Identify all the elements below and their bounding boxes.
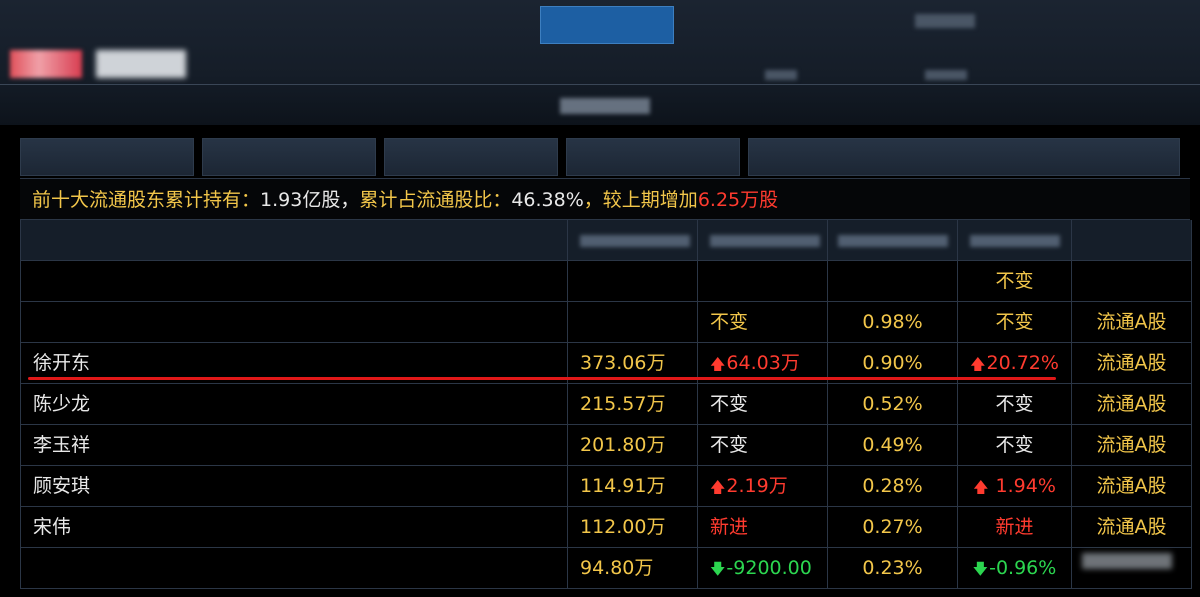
holding-change: 新进 [698, 507, 828, 547]
summary-label-ratio: 累计占流通股比： [359, 189, 512, 211]
watermark [1082, 553, 1172, 569]
share-type: 流通A股 [1072, 425, 1192, 465]
ratio-change-cell: 🡅 1.94% [958, 466, 1072, 506]
ratio-change: 不变 [958, 384, 1072, 424]
table-row[interactable]: 不变 0.98% 不变 流通A股 [20, 302, 1192, 343]
holding-ratio: 0.27% [828, 507, 958, 547]
arrow-up-icon: 🡅 [710, 355, 726, 373]
sub-tab[interactable] [384, 138, 558, 176]
header-cell-ratio[interactable] [828, 220, 958, 260]
holding-amount: 94.80万 [568, 548, 698, 588]
header-divider [0, 84, 1200, 85]
ratio-change: 不变 [958, 302, 1072, 342]
sub-tab[interactable] [202, 138, 376, 176]
ratio-change: 不变 [958, 425, 1072, 465]
arrow-down-icon: 🡇 [710, 560, 726, 578]
holding-change-cell: 🡇-9200.00 [698, 548, 828, 588]
header-cell-change[interactable] [698, 220, 828, 260]
shareholder-table: 不变 不变 0.98% 不变 流通A股 徐开东 373.06万 🡅64.03万 … [20, 220, 1192, 589]
holding-amount: 215.57万 [568, 384, 698, 424]
summary-label-change: ，较上期增加 [583, 189, 698, 211]
blurred-toolbar-item[interactable] [915, 14, 975, 28]
holding-change: 不变 [698, 302, 828, 342]
holding-amount: 201.80万 [568, 425, 698, 465]
highlight-underline [28, 377, 1056, 380]
share-type [1072, 261, 1192, 301]
holding-ratio: 0.49% [828, 425, 958, 465]
sub-tab[interactable] [566, 138, 740, 176]
holding-amount: 112.00万 [568, 507, 698, 547]
holding-ratio [828, 261, 958, 301]
holder-name [20, 548, 568, 588]
ratio-change: -0.96% [989, 557, 1057, 579]
share-type: 流通A股 [1072, 507, 1192, 547]
holder-name: 李玉祥 [20, 425, 568, 465]
holding-change: 不变 [698, 384, 828, 424]
sub-tab[interactable] [20, 138, 194, 176]
summary-ratio-value: 46.38% [511, 189, 584, 211]
holding-change: 2.19万 [726, 475, 788, 497]
table-row[interactable]: 不变 [20, 261, 1192, 302]
share-type: 流通A股 [1072, 302, 1192, 342]
table-row[interactable]: 94.80万 🡇-9200.00 0.23% 🡇-0.96% [20, 548, 1192, 589]
holder-name [20, 302, 568, 342]
holding-change [698, 261, 828, 301]
header-cell-amount[interactable] [568, 220, 698, 260]
summary-label-total: 前十大流通股东累计持有： [32, 189, 261, 211]
header-cell-type[interactable] [1072, 220, 1192, 260]
ratio-change: 20.72% [986, 352, 1059, 374]
header-cell-name[interactable] [20, 220, 568, 260]
share-type: 流通A股 [1072, 466, 1192, 506]
share-type: 流通A股 [1072, 384, 1192, 424]
table-row[interactable]: 宋伟 112.00万 新进 0.27% 新进 流通A股 [20, 507, 1192, 548]
holder-name: 陈少龙 [20, 384, 568, 424]
ratio-change-cell: 🡇-0.96% [958, 548, 1072, 588]
holders-summary: 前十大流通股东累计持有：1.93亿股，累计占流通股比：46.38%，较上期增加6… [20, 178, 1190, 220]
holding-ratio: 0.52% [828, 384, 958, 424]
holding-change-cell: 🡅2.19万 [698, 466, 828, 506]
header-cell-ratio-change[interactable] [958, 220, 1072, 260]
table-row[interactable]: 顾安琪 114.91万 🡅2.19万 0.28% 🡅 1.94% 流通A股 [20, 466, 1192, 507]
holder-name: 顾安琪 [20, 466, 568, 506]
ratio-change: 不变 [958, 261, 1072, 301]
summary-total-value: 1.93亿股， [260, 189, 360, 211]
arrow-up-icon: 🡅 [973, 478, 989, 496]
blurred-toolbar-item[interactable] [765, 70, 797, 80]
holder-name [20, 261, 568, 301]
holding-amount [568, 261, 698, 301]
holding-ratio: 0.28% [828, 466, 958, 506]
top-header [0, 0, 1200, 125]
holding-change: -9200.00 [726, 557, 812, 579]
holding-change: 不变 [698, 425, 828, 465]
table-header-row [20, 220, 1192, 261]
blurred-section-title [560, 98, 650, 114]
arrow-up-icon: 🡅 [970, 355, 986, 373]
holder-name: 宋伟 [20, 507, 568, 547]
share-type: 流通A股 [1072, 343, 1192, 383]
arrow-up-icon: 🡅 [710, 478, 726, 496]
table-row[interactable]: 李玉祥 201.80万 不变 0.49% 不变 流通A股 [20, 425, 1192, 466]
table-row[interactable]: 陈少龙 215.57万 不变 0.52% 不变 流通A股 [20, 384, 1192, 425]
holding-amount: 114.91万 [568, 466, 698, 506]
sub-tab-wide[interactable] [748, 138, 1180, 176]
holding-ratio: 0.98% [828, 302, 958, 342]
holding-ratio: 0.23% [828, 548, 958, 588]
tab-active[interactable] [540, 6, 674, 44]
blurred-stock-name [10, 50, 82, 78]
blurred-toolbar-item[interactable] [925, 70, 967, 80]
sub-tab-strip [20, 138, 1190, 176]
summary-change-value: 6.25万股 [697, 189, 779, 211]
holding-amount [568, 302, 698, 342]
ratio-change: 1.94% [989, 475, 1056, 497]
ratio-change: 新进 [958, 507, 1072, 547]
arrow-down-icon: 🡇 [972, 560, 989, 578]
blurred-stock-code [96, 50, 186, 78]
holding-change: 64.03万 [726, 352, 800, 374]
